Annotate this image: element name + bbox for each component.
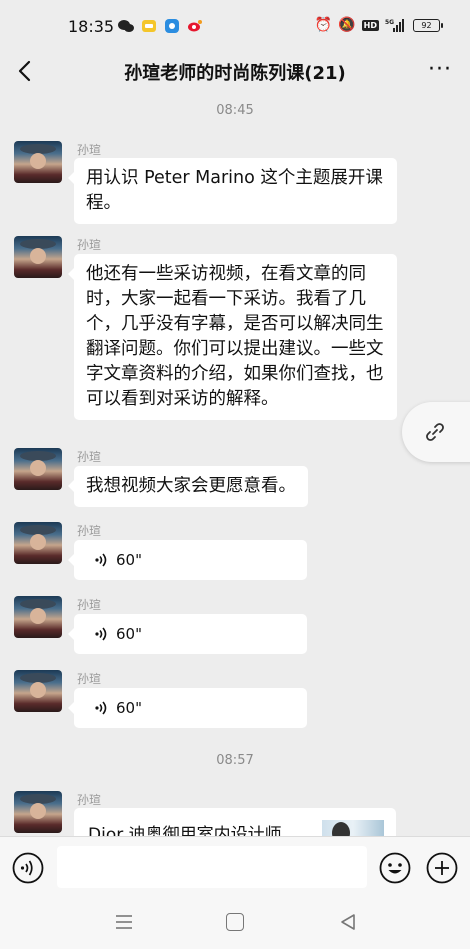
sender-name: 孙瑄	[77, 672, 102, 686]
5g-signal-icon: 5G	[385, 19, 404, 32]
card-thumbnail	[322, 820, 384, 836]
notes-icon	[142, 20, 156, 32]
menu-icon[interactable]	[114, 914, 134, 930]
avatar[interactable]	[14, 522, 62, 564]
weibo-icon	[188, 20, 202, 32]
more-options-icon[interactable]: ···	[428, 59, 452, 81]
link-card-message[interactable]: Dior 迪奥御用室内设计师	[74, 808, 396, 836]
hd-icon: HD	[361, 19, 379, 31]
browser-icon	[165, 19, 179, 33]
card-title: Dior 迪奥御用室内设计师	[88, 825, 282, 836]
message-bubble[interactable]: 用认识 Peter Marino 这个主题展开课程。	[68, 158, 397, 224]
back-triangle-icon[interactable]	[338, 912, 358, 932]
sender-name: 孙瑄	[77, 524, 102, 538]
voice-duration: 60"	[116, 551, 142, 569]
avatar[interactable]	[14, 596, 62, 638]
plus-circle-icon[interactable]	[426, 852, 458, 884]
message-input[interactable]	[57, 846, 367, 888]
sender-name: 孙瑄	[77, 143, 102, 157]
voice-wave-icon	[95, 553, 107, 567]
message-bubble[interactable]: 他还有一些采访视频，在看文章的同时，大家一起看一下采访。我看了几个，几乎没有字幕…	[68, 254, 397, 420]
avatar[interactable]	[14, 448, 62, 490]
svg-text:5G: 5G	[385, 19, 394, 26]
timestamp: 08:45	[216, 103, 254, 118]
chat-title: 孙瑄老师的时尚陈列课(21)	[124, 63, 346, 84]
chat-header: 孙瑄老师的时尚陈列课(21) ···	[0, 52, 470, 92]
voice-message[interactable]: 60"	[68, 540, 307, 580]
sender-name: 孙瑄	[77, 598, 102, 612]
floating-link-button[interactable]	[402, 402, 470, 462]
voice-message[interactable]: 60"	[68, 614, 307, 654]
voice-duration: 60"	[116, 625, 142, 643]
voice-wave-icon	[95, 627, 107, 641]
sender-name: 孙瑄	[77, 793, 102, 807]
avatar[interactable]	[14, 791, 62, 833]
voice-message[interactable]: 60"	[68, 688, 307, 728]
link-icon	[426, 423, 444, 441]
sender-name: 孙瑄	[77, 238, 102, 252]
system-navigation-bar	[0, 898, 470, 949]
notification-icons	[118, 19, 203, 33]
voice-duration: 60"	[116, 699, 142, 717]
voice-input-icon[interactable]	[12, 852, 44, 884]
input-bar	[0, 836, 470, 898]
emoji-icon[interactable]	[379, 852, 411, 884]
battery-icon: 92	[413, 18, 443, 32]
avatar[interactable]	[14, 141, 62, 183]
battery-level: 92	[421, 20, 432, 30]
avatar[interactable]	[14, 236, 62, 278]
sender-name: 孙瑄	[77, 450, 102, 464]
status-time: 18:35	[68, 17, 115, 36]
mute-icon: 🔕	[338, 17, 356, 33]
avatar[interactable]	[14, 670, 62, 712]
status-bar: 18:35 ⏰ 🔕 HD 5G 92	[0, 0, 470, 52]
voice-wave-icon	[95, 701, 107, 715]
chat-area[interactable]: 08:45 孙瑄 用认识 Peter Marino 这个主题展开课程。 孙瑄 他…	[0, 92, 470, 836]
wechat-icon	[118, 20, 134, 32]
message-bubble[interactable]: 我想视频大家会更愿意看。	[68, 466, 308, 507]
alarm-icon: ⏰	[314, 17, 333, 33]
home-square-icon[interactable]	[226, 913, 244, 931]
timestamp: 08:57	[216, 753, 254, 768]
status-right: ⏰ 🔕 HD 5G 92	[314, 17, 443, 33]
